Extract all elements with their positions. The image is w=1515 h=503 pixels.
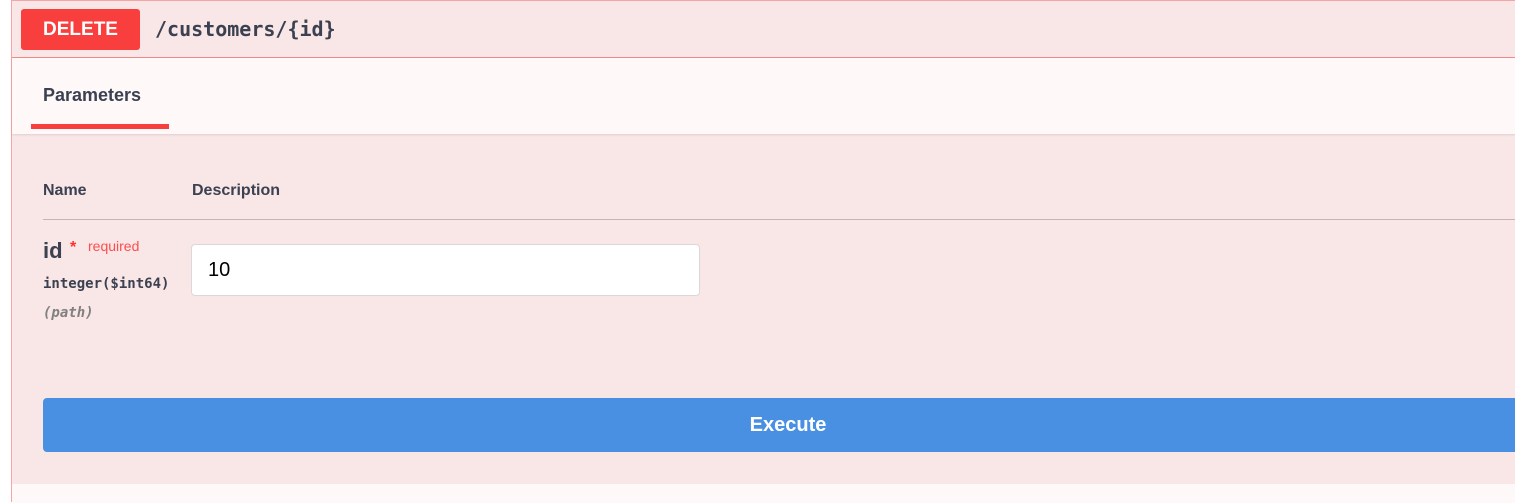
required-asterisk: *: [70, 239, 77, 256]
tab-bar: Parameters: [12, 58, 1515, 134]
parameter-type: integer($int64): [43, 276, 170, 292]
parameter-location: (path): [43, 305, 94, 321]
operation-block: DELETE /customers/{id} Parameters Name D…: [11, 0, 1515, 503]
http-method-badge: DELETE: [21, 9, 140, 50]
header-divider: [43, 219, 1515, 220]
column-header-description: Description: [192, 182, 281, 199]
required-label: required: [88, 238, 140, 254]
execute-button-label: Execute: [749, 414, 827, 436]
tab-parameters[interactable]: Parameters: [31, 58, 169, 130]
tab-label: Parameters: [43, 85, 142, 105]
active-tab-indicator: [31, 124, 169, 129]
responses-section-edge: [12, 484, 1515, 503]
endpoint-path: /customers/{id}: [155, 17, 336, 41]
execute-button[interactable]: Execute: [43, 398, 1515, 452]
operation-summary[interactable]: DELETE /customers/{id}: [12, 1, 1515, 58]
parameters-section: Name Description id * required integer($…: [12, 134, 1515, 484]
parameter-name: id: [43, 238, 63, 263]
id-parameter-input[interactable]: [191, 244, 700, 296]
column-header-name: Name: [43, 182, 87, 199]
